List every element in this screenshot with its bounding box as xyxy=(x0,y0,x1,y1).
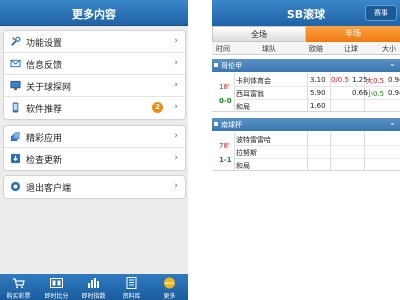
team-name: 和局 xyxy=(236,103,250,111)
chevron-down-icon: ⌄ xyxy=(389,118,396,127)
over-under-line: 大0.5 xyxy=(366,77,385,85)
bottom-tab-bar: 购买彩票 即时比分 即时指数 资料库 更多 xyxy=(0,274,188,300)
cart-icon xyxy=(13,278,25,289)
header-bar: 更多内容 xyxy=(0,0,188,26)
odds-value[interactable]: 5.90 xyxy=(310,89,326,97)
menu-item-check-update[interactable]: 检查更新 › xyxy=(4,148,185,170)
more-content-screen: 更多内容 功能设置 › 信息反馈 › 关于球探网 › 软件推荐 2 › 精彩应用… xyxy=(0,0,188,300)
book-icon xyxy=(126,277,137,289)
scoreboard-icon xyxy=(50,278,63,288)
team-name: 和局 xyxy=(236,162,250,170)
menu-item-software-recommend[interactable]: 软件推荐 2 › xyxy=(4,97,185,119)
update-icon xyxy=(10,153,21,164)
tab-live-odds[interactable]: 即时指数 xyxy=(75,276,112,300)
tab-label: 即时指数 xyxy=(81,293,106,300)
match-score: 0-0 xyxy=(219,97,232,105)
chevron-right-icon: › xyxy=(174,58,178,68)
sb-live-screen: SB滚球 赛事 全场 半场 时间 球队 欧赔 让球 大小 哥伦甲 ⌄ 18' 0… xyxy=(212,0,400,300)
tab-label: 更多 xyxy=(163,293,176,300)
screenshot-canvas: 更多内容 功能设置 › 信息反馈 › 关于球探网 › 软件推荐 2 › 精彩应用… xyxy=(0,0,400,300)
apps-icon xyxy=(10,131,21,142)
tab-live-score[interactable]: 即时比分 xyxy=(38,276,75,300)
league-marker-icon xyxy=(214,122,218,126)
menu-label: 关于球探网 xyxy=(26,83,72,93)
chevron-right-icon: › xyxy=(174,80,178,90)
match-score: 1-1 xyxy=(219,156,232,164)
menu-item-about[interactable]: 关于球探网 › xyxy=(4,75,185,97)
menu-label: 信息反馈 xyxy=(26,61,63,71)
tab-half-time[interactable]: 半场 xyxy=(306,26,400,42)
tab-buy-lottery[interactable]: 购买彩票 xyxy=(0,276,37,300)
menu-item-settings[interactable]: 功能设置 › xyxy=(4,31,185,53)
handicap-line: 0/0.5 xyxy=(331,76,349,84)
team-name: 卡利体育会 xyxy=(236,77,271,85)
team-name: 西耳富翁 xyxy=(236,90,264,98)
menu-label: 功能设置 xyxy=(26,39,63,49)
chevron-down-icon: ⌄ xyxy=(389,59,396,68)
tab-database[interactable]: 资料库 xyxy=(113,276,150,300)
page-title: 更多内容 xyxy=(72,8,116,21)
notification-badge: 2 xyxy=(152,102,163,113)
chevron-right-icon: › xyxy=(174,36,178,46)
menu-label: 精彩应用 xyxy=(26,134,63,144)
over-under-line: 小0.5 xyxy=(366,90,385,98)
menu-group-exit: 退出客户端 › xyxy=(3,175,186,199)
tab-label: 即时比分 xyxy=(44,293,69,300)
league-header[interactable]: 南球杯 ⌄ xyxy=(212,118,400,131)
match-minute: 78' xyxy=(219,142,230,150)
league-name: 哥伦甲 xyxy=(221,62,242,70)
period-segmented-control: 全场 半场 xyxy=(212,26,400,42)
events-button[interactable]: 赛事 xyxy=(365,5,397,21)
menu-item-featured-apps[interactable]: 精彩应用 › xyxy=(4,126,185,148)
column-header-odds: 欧赔 xyxy=(309,45,323,53)
menu-item-exit[interactable]: 退出客户端 › xyxy=(4,176,185,198)
odds-value[interactable]: 1.60 xyxy=(310,102,326,110)
column-header-time: 时间 xyxy=(216,45,230,53)
chevron-right-icon: › xyxy=(174,153,178,163)
tab-label: 购买彩票 xyxy=(6,293,31,300)
league-header[interactable]: 哥伦甲 ⌄ xyxy=(212,59,400,72)
table-header: 时间 球队 欧赔 让球 大小 xyxy=(212,42,400,55)
header-bar: SB滚球 赛事 xyxy=(212,0,400,26)
match-row[interactable]: 78' 1-1 波特雷雷哈 拉努斯 和局 xyxy=(212,132,400,171)
chevron-right-icon: › xyxy=(174,131,178,141)
menu-label: 检查更新 xyxy=(26,156,63,166)
bars-icon xyxy=(88,278,99,288)
menu-label: 退出客户端 xyxy=(26,184,72,194)
column-header-over-under: 大小 xyxy=(382,45,396,53)
menu-group-apps: 精彩应用 › 检查更新 › xyxy=(3,125,186,171)
tab-full-time[interactable]: 全场 xyxy=(212,26,306,42)
menu-item-feedback[interactable]: 信息反馈 › xyxy=(4,53,185,75)
chevron-right-icon: › xyxy=(174,102,178,112)
odds-value[interactable]: 3.10 xyxy=(310,76,326,84)
column-header-handicap: 让球 xyxy=(344,45,358,53)
match-minute: 18' xyxy=(219,83,230,91)
menu-group-main: 功能设置 › 信息反馈 › 关于球探网 › 软件推荐 2 › xyxy=(3,30,186,120)
over-under-odds[interactable]: 0.94 xyxy=(388,89,400,97)
phone-icon xyxy=(12,102,19,113)
over-under-odds[interactable]: 0.94 xyxy=(388,76,400,84)
envelope-icon xyxy=(10,59,21,68)
column-header-team: 球队 xyxy=(262,45,276,53)
match-row[interactable]: 18' 0-0 卡利体育会 3.10 0/0.5 1.25 大0.5 0.94 … xyxy=(212,73,400,112)
more-icon xyxy=(164,277,175,289)
league-name: 南球杯 xyxy=(221,121,242,129)
exit-icon xyxy=(10,181,21,192)
monitor-icon xyxy=(10,80,21,91)
league-marker-icon xyxy=(214,63,218,67)
team-name: 波特雷雷哈 xyxy=(236,136,271,144)
tab-label: 资料库 xyxy=(122,293,141,300)
wrench-icon xyxy=(11,36,21,46)
team-name: 拉努斯 xyxy=(236,149,257,157)
chevron-right-icon: › xyxy=(174,181,178,191)
tab-more[interactable]: 更多 xyxy=(151,276,188,300)
menu-label: 软件推荐 xyxy=(26,105,63,115)
